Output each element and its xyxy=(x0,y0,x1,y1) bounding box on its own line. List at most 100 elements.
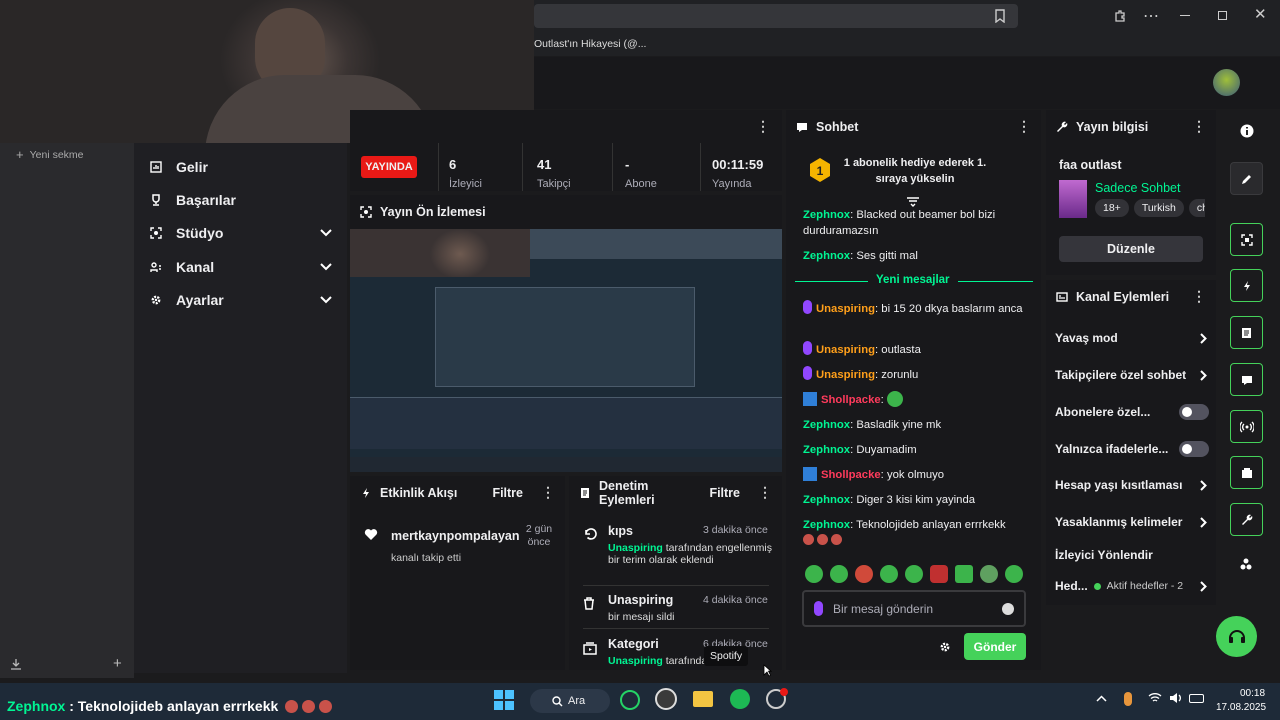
activity-user[interactable]: mertkaynpompalayan xyxy=(391,529,520,543)
bookmark-icon[interactable] xyxy=(994,9,1006,23)
taskbar-search[interactable]: Ara xyxy=(530,689,610,713)
stream-category[interactable]: Sadece Sohbet xyxy=(1095,181,1181,195)
edit-button[interactable]: Düzenle xyxy=(1059,236,1203,262)
document-icon xyxy=(579,487,591,499)
mod-item-title[interactable]: Unaspiring xyxy=(608,593,673,607)
tag[interactable]: ch xyxy=(1188,199,1205,217)
file-explorer-icon[interactable] xyxy=(693,691,713,707)
action-emote-only[interactable]: Yalnızca ifadelerle... xyxy=(1055,441,1209,457)
stats-menu-icon[interactable]: ⋮ xyxy=(756,118,770,135)
chat-promo[interactable]: 1 abonelik hediye ederek 1. sıraya yükse… xyxy=(841,155,989,187)
chat-bubble-button[interactable] xyxy=(1230,363,1263,396)
microphone-icon[interactable] xyxy=(1124,692,1132,706)
nav-item-ayarlar[interactable]: Ayarlar xyxy=(150,292,332,308)
send-button[interactable]: Gönder xyxy=(964,633,1026,660)
channel-actions-header: Kanal Eylemleri ⋮ xyxy=(1046,280,1216,313)
emote-icon[interactable] xyxy=(805,565,823,583)
menu-dots-icon[interactable]: ⋯ xyxy=(1143,6,1159,26)
video-button[interactable] xyxy=(1230,456,1263,489)
mouse-cursor-icon xyxy=(763,664,772,677)
chevron-right-icon xyxy=(1200,479,1207,491)
emoji-icon[interactable] xyxy=(1002,602,1014,615)
volume-icon[interactable] xyxy=(1169,692,1183,704)
notification-dot xyxy=(780,688,788,696)
battery-icon[interactable] xyxy=(1189,694,1204,703)
action-raid[interactable]: İzleyici Yönlendir xyxy=(1055,548,1153,562)
maximize-icon[interactable] xyxy=(1218,11,1227,20)
action-goals[interactable]: Hed... Aktif hedefler - 2 xyxy=(1055,579,1207,593)
channel-actions-menu-icon[interactable]: ⋮ xyxy=(1192,288,1206,305)
mod-actor[interactable]: Unaspiring xyxy=(608,542,663,554)
hype-badge-icon: 1 xyxy=(808,157,832,183)
stream-info-menu-icon[interactable]: ⋮ xyxy=(1192,118,1206,135)
emote-icon[interactable] xyxy=(880,565,898,583)
emote-icon[interactable] xyxy=(980,565,998,583)
chat-settings-icon[interactable] xyxy=(939,641,951,653)
emote-only-toggle[interactable] xyxy=(1179,441,1209,457)
whatsapp-icon[interactable] xyxy=(620,690,640,710)
browser-tab[interactable]: Outlast'ın Hikayesi (@... xyxy=(534,38,646,50)
preview-webcam xyxy=(350,229,530,277)
taskbar-date[interactable]: 17.08.2025 xyxy=(1216,702,1266,713)
windows-start-icon[interactable] xyxy=(494,690,514,710)
spotify-icon[interactable] xyxy=(730,689,750,709)
wifi-icon[interactable] xyxy=(1148,692,1162,703)
action-subs-only[interactable]: Abonelere özel... xyxy=(1055,404,1209,420)
download-icon[interactable] xyxy=(10,658,22,670)
action-banned-words[interactable]: Yasaklanmış kelimeler xyxy=(1055,515,1207,529)
taskbar-time[interactable]: 00:18 xyxy=(1240,688,1265,699)
activity-filter-button[interactable]: Filtre xyxy=(492,486,523,500)
lightning-button[interactable] xyxy=(1230,269,1263,302)
add-icon[interactable]: + xyxy=(113,655,122,672)
tag[interactable]: 18+ xyxy=(1095,199,1129,217)
preview-video[interactable] xyxy=(350,229,782,472)
clip-button[interactable] xyxy=(1230,223,1263,256)
nav-item-gelir[interactable]: Gelir xyxy=(150,159,208,175)
address-bar[interactable] xyxy=(534,4,1018,28)
minimize-icon[interactable] xyxy=(1180,15,1190,16)
edit-pencil-button[interactable] xyxy=(1230,162,1263,195)
undo-icon xyxy=(583,527,597,541)
emote-icon[interactable] xyxy=(830,565,848,583)
emote-icon[interactable] xyxy=(855,565,873,583)
preview-header: Yayın Ön İzlemesi xyxy=(350,195,782,228)
lightning-icon xyxy=(360,487,372,499)
emote-icon[interactable] xyxy=(930,565,948,583)
emote-icon[interactable] xyxy=(1005,565,1023,583)
wrench-button[interactable] xyxy=(1230,503,1263,536)
nav-item-kanal[interactable]: Kanal xyxy=(150,259,332,275)
close-window-icon[interactable]: ✕ xyxy=(1254,5,1267,23)
document-button[interactable] xyxy=(1230,316,1263,349)
extensions-dots-icon[interactable] xyxy=(1239,557,1253,571)
emote-icon[interactable] xyxy=(955,565,973,583)
mod-filter-button[interactable]: Filtre xyxy=(709,486,740,500)
subs-only-toggle[interactable] xyxy=(1179,404,1209,420)
nav-item-basarilar[interactable]: Başarılar xyxy=(150,192,236,208)
chat-header: Sohbet ⋮ xyxy=(786,110,1041,143)
nav-item-studyo[interactable]: Stüdyo xyxy=(150,225,332,241)
info-icon[interactable] xyxy=(1240,124,1254,138)
chevron-down-icon xyxy=(320,263,332,271)
tag[interactable]: Turkish xyxy=(1133,199,1184,217)
collapse-icon[interactable] xyxy=(906,197,920,207)
activity-menu-icon[interactable]: ⋮ xyxy=(541,484,555,501)
mod-actor[interactable]: Unaspiring xyxy=(608,655,663,667)
broadcast-button[interactable] xyxy=(1230,410,1263,443)
action-account-age[interactable]: Hesap yaşı kısıtlaması xyxy=(1055,478,1207,492)
stat-divider xyxy=(700,143,701,191)
extensions-icon[interactable] xyxy=(1113,9,1127,23)
help-headset-button[interactable] xyxy=(1216,616,1257,657)
avatar[interactable] xyxy=(1213,69,1240,96)
chat-input[interactable]: Bir mesaj gönderin xyxy=(802,590,1026,627)
new-tab-button[interactable]: + Yeni sekme xyxy=(16,147,84,162)
action-slow-mode[interactable]: Yavaş mod xyxy=(1055,331,1207,345)
emote-icon[interactable] xyxy=(905,565,923,583)
mod-menu-icon[interactable]: ⋮ xyxy=(758,484,772,501)
chat-menu-icon[interactable]: ⋮ xyxy=(1017,118,1031,135)
preview-obs-docks xyxy=(350,397,782,449)
action-followers-only[interactable]: Takipçilere özel sohbet xyxy=(1055,368,1207,382)
stat-value: 00:11:59 xyxy=(712,157,764,172)
chevron-up-icon[interactable] xyxy=(1096,695,1107,702)
obs-icon[interactable] xyxy=(655,688,677,710)
emote-icon xyxy=(302,699,316,713)
